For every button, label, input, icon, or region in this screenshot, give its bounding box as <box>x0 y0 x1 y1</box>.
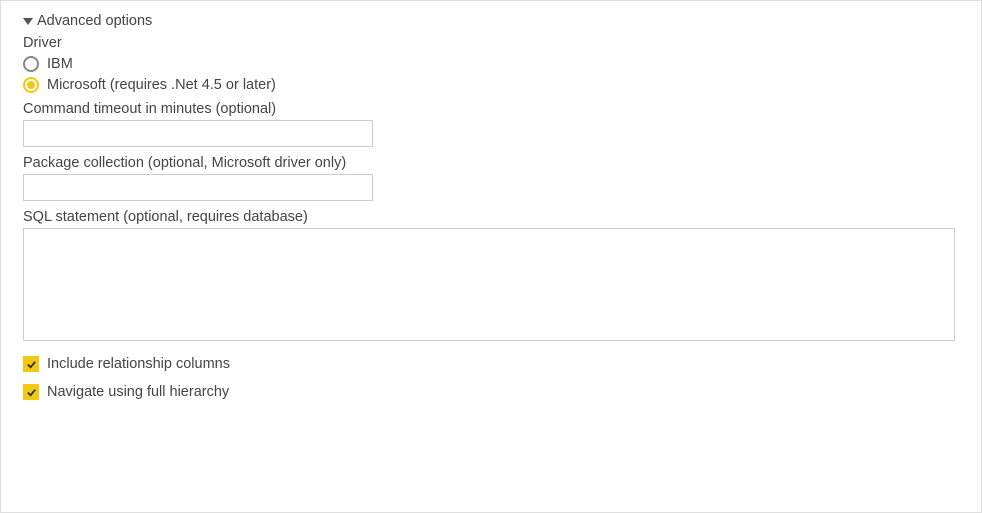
advanced-options-panel: Advanced options Driver IBM Microsoft (r… <box>0 0 982 513</box>
checkbox-checked-icon <box>23 356 39 372</box>
driver-label: Driver <box>23 35 959 51</box>
package-input[interactable] <box>23 174 373 201</box>
radio-label-ibm: IBM <box>47 56 73 72</box>
driver-radio-ibm[interactable]: IBM <box>23 56 959 72</box>
checkbox-checked-icon <box>23 384 39 400</box>
navigate-hierarchy-checkbox[interactable]: Navigate using full hierarchy <box>23 384 959 400</box>
radio-label-microsoft: Microsoft (requires .Net 4.5 or later) <box>47 77 276 93</box>
package-label: Package collection (optional, Microsoft … <box>23 155 959 171</box>
navigate-hierarchy-label: Navigate using full hierarchy <box>47 384 229 400</box>
sql-label: SQL statement (optional, requires databa… <box>23 209 959 225</box>
sql-textarea[interactable] <box>23 228 955 341</box>
section-title: Advanced options <box>37 13 152 29</box>
timeout-label: Command timeout in minutes (optional) <box>23 101 959 117</box>
include-relationship-label: Include relationship columns <box>47 356 230 372</box>
advanced-options-toggle[interactable]: Advanced options <box>23 13 959 29</box>
radio-icon <box>23 56 39 72</box>
driver-radio-microsoft[interactable]: Microsoft (requires .Net 4.5 or later) <box>23 77 959 93</box>
radio-icon <box>23 77 39 93</box>
include-relationship-checkbox[interactable]: Include relationship columns <box>23 356 959 372</box>
driver-radio-group: IBM Microsoft (requires .Net 4.5 or late… <box>23 56 959 93</box>
collapse-triangle-icon <box>23 18 33 25</box>
timeout-input[interactable] <box>23 120 373 147</box>
